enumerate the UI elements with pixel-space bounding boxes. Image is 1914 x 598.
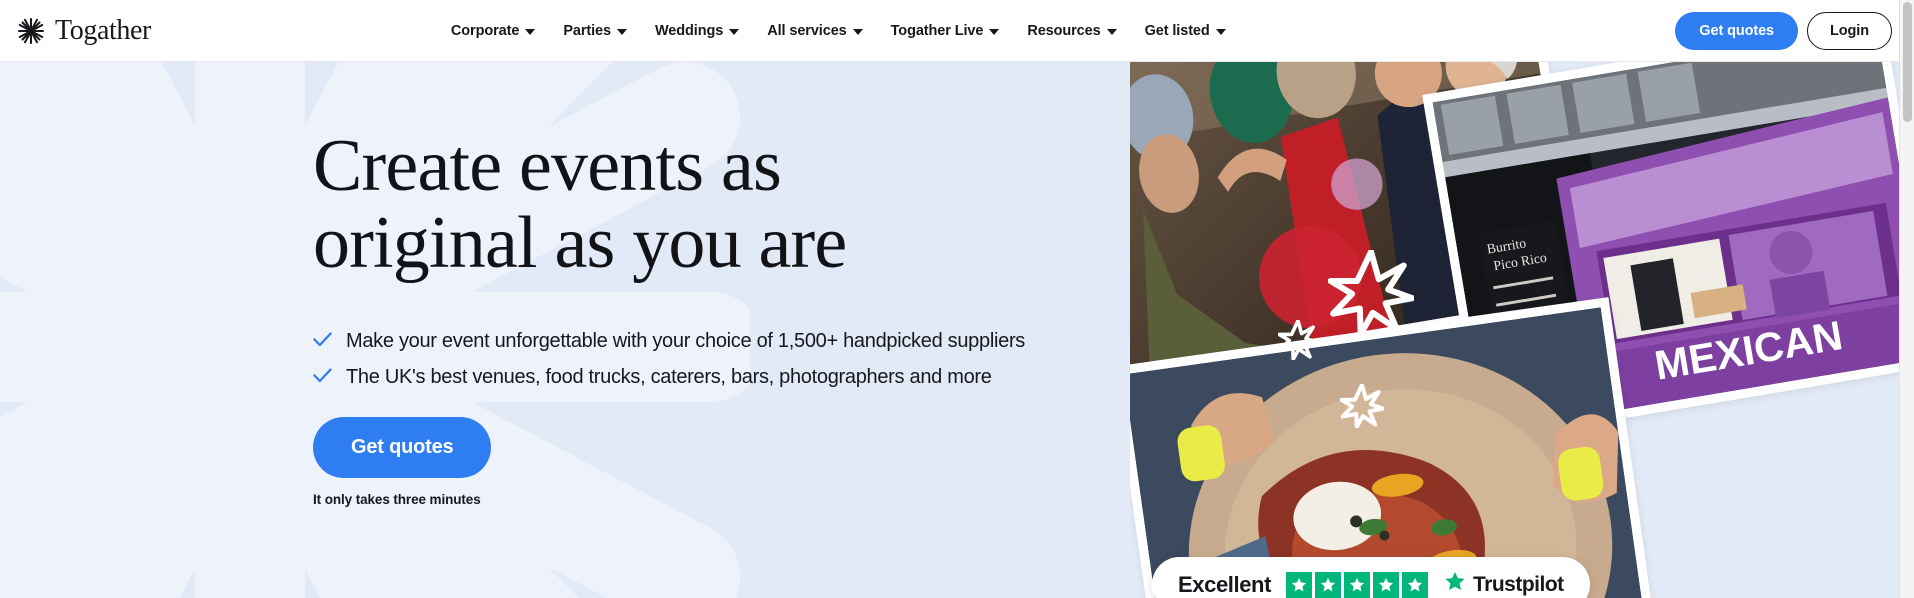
top-navigation-bar: Togather Corporate Parties Weddings All … — [0, 0, 1914, 62]
trustpilot-star-icon — [1443, 570, 1467, 598]
bullet-text: Make your event unforgettable with your … — [346, 329, 1026, 352]
main-nav-links: Corporate Parties Weddings All services … — [451, 23, 1226, 39]
page-title: Create events as original as you are — [313, 128, 1013, 282]
nav-item-weddings[interactable]: Weddings — [654, 22, 740, 39]
brand-logo[interactable]: Togather — [16, 15, 151, 47]
chevron-down-icon — [989, 28, 1000, 35]
trustpilot-rating-widget[interactable]: Excellent Trustpilot — [1152, 557, 1590, 598]
nav-item-label: Resources — [1027, 22, 1101, 39]
nav-item-all-services[interactable]: All services — [767, 22, 863, 39]
chevron-down-icon — [525, 28, 536, 35]
nav-item-parties[interactable]: Parties — [563, 23, 627, 39]
chevron-down-icon — [1106, 28, 1117, 35]
trustpilot-star-icon — [1344, 571, 1371, 598]
nav-item-label: Weddings — [654, 22, 724, 39]
trustpilot-star-icon — [1286, 571, 1313, 598]
trustpilot-logo: Trustpilot — [1443, 570, 1564, 598]
nav-item-label: All services — [767, 22, 847, 39]
hero-section: Create events as original as you are Mak… — [0, 62, 1914, 598]
nav-item-label: Parties — [563, 22, 611, 39]
scrollbar-thumb[interactable] — [1903, 2, 1912, 122]
brand-name: Togather — [55, 14, 151, 46]
list-item: Make your event unforgettable with your … — [313, 328, 1914, 354]
login-button[interactable]: Login — [1807, 11, 1892, 50]
trustpilot-rating-word: Excellent — [1178, 571, 1272, 597]
nav-item-get-listed[interactable]: Get listed — [1145, 23, 1226, 39]
trustpilot-stars — [1286, 571, 1429, 598]
trustpilot-star-icon — [1315, 571, 1342, 598]
nav-item-togather-live[interactable]: Togather Live — [891, 23, 1000, 39]
nav-item-label: Get listed — [1144, 22, 1210, 39]
cta-helper-text: It only takes three minutes — [313, 491, 481, 507]
hero-cta-group: Get quotes It only takes three minutes — [313, 416, 1914, 507]
check-icon — [313, 368, 332, 388]
list-item: The UK's best venues, food trucks, cater… — [313, 364, 1914, 390]
nav-item-resources[interactable]: Resources — [1027, 22, 1117, 39]
get-quotes-button[interactable]: Get quotes — [1675, 11, 1799, 50]
trustpilot-star-icon — [1402, 571, 1429, 598]
headline-line-1: Create events as — [313, 125, 782, 207]
asterisk-starburst-icon — [16, 16, 46, 46]
nav-item-corporate[interactable]: Corporate — [450, 22, 536, 39]
nav-actions: Get quotes Login — [1675, 11, 1892, 50]
nav-item-label: Togather Live — [890, 22, 984, 39]
check-icon — [313, 332, 332, 352]
chevron-down-icon — [1215, 28, 1226, 35]
hero-get-quotes-button[interactable]: Get quotes — [313, 416, 492, 478]
bullet-text: The UK's best venues, food trucks, cater… — [346, 365, 992, 388]
page-scrollbar[interactable] — [1899, 0, 1914, 598]
chevron-down-icon — [729, 28, 740, 35]
nav-item-label: Corporate — [450, 22, 520, 39]
chevron-down-icon — [852, 28, 863, 35]
trustpilot-star-icon — [1373, 571, 1400, 598]
hero-bullet-list: Make your event unforgettable with your … — [313, 328, 1914, 390]
chevron-down-icon — [616, 28, 627, 35]
headline-line-2: original as you are — [313, 201, 847, 284]
trustpilot-logo-text: Trustpilot — [1473, 572, 1564, 596]
hero-content: Create events as original as you are Mak… — [0, 62, 1914, 507]
